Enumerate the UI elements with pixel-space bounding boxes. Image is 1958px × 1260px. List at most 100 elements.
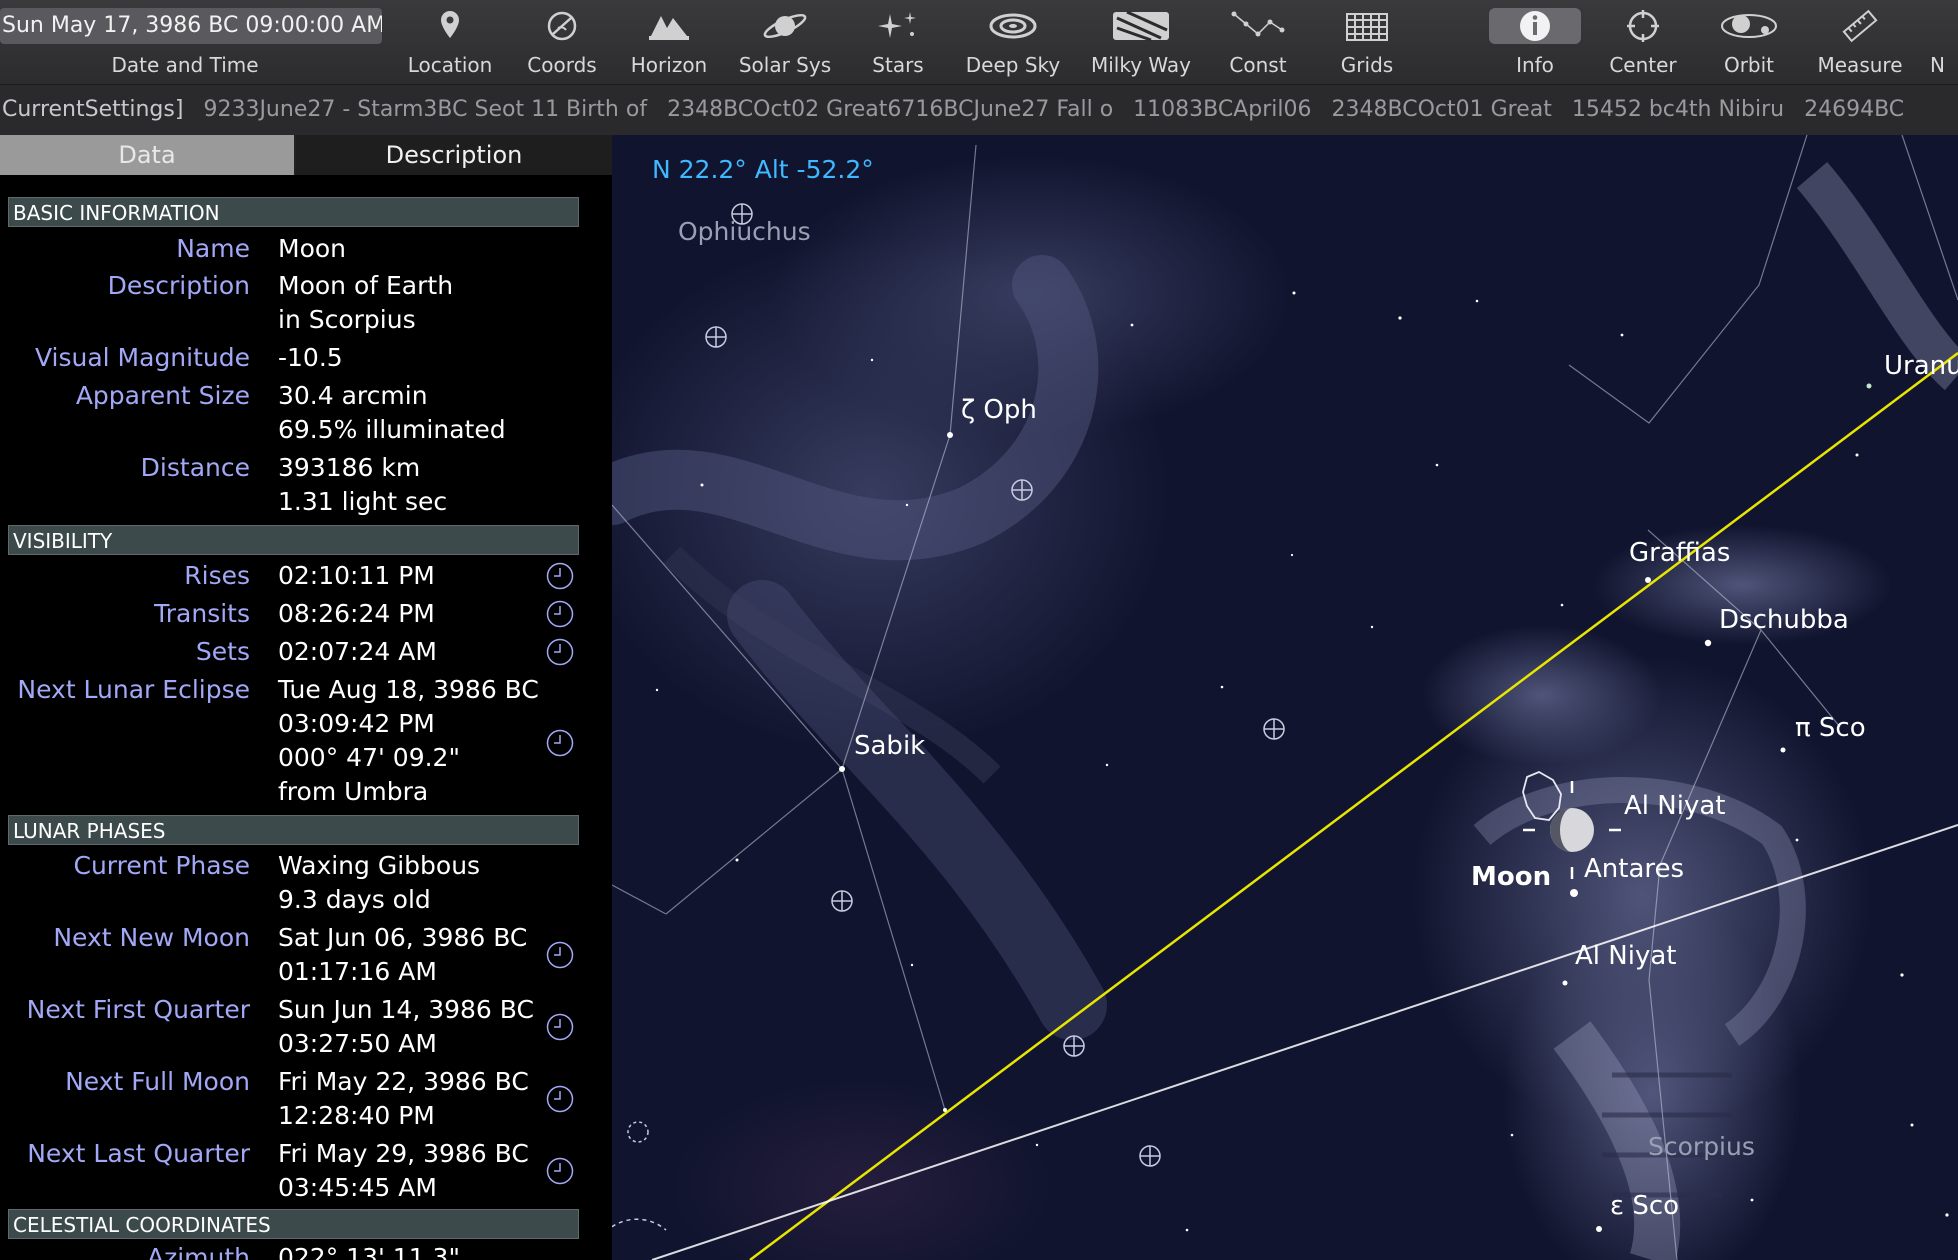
star-label-graffias[interactable]: Graffias — [1629, 538, 1730, 568]
first-quarter-value-1: Sun Jun 14, 3986 BC — [278, 995, 534, 1024]
moon-label[interactable]: Moon — [1471, 862, 1551, 892]
description-key: Description — [107, 271, 250, 300]
const-button[interactable]: Const — [1203, 0, 1313, 84]
transits-value: 08:26:24 PM — [278, 599, 435, 628]
full-moon-value-1: Fri May 22, 3986 BC — [278, 1067, 529, 1096]
star-label-al-niyat-2[interactable]: Al Niyat — [1575, 941, 1676, 971]
globular-cluster-icon — [1063, 1035, 1085, 1057]
ticker-item[interactable]: 15452 bc4th Nibiru — [1572, 97, 1784, 122]
ticker-item[interactable]: 11083BCApril06 — [1133, 97, 1311, 122]
clock-icon[interactable] — [546, 562, 574, 590]
more-button[interactable]: N — [1920, 0, 1958, 84]
clock-icon[interactable] — [546, 1085, 574, 1113]
measure-button[interactable]: Measure — [1805, 0, 1915, 84]
new-moon-value-2: 01:17:16 AM — [278, 957, 437, 986]
tab-description[interactable]: Description — [296, 135, 612, 175]
clock-icon[interactable] — [546, 1013, 574, 1041]
eclipse-value-1: Tue Aug 18, 3986 BC — [278, 675, 539, 704]
phase-value-1: Waxing Gibbous — [278, 851, 481, 880]
datetime-label: Date and Time — [111, 53, 259, 77]
star-label-epsilon-sco[interactable]: ε Sco — [1610, 1191, 1679, 1221]
star-label-pi-sco[interactable]: π Sco — [1795, 713, 1866, 743]
horizon-button[interactable]: Horizon — [614, 0, 724, 84]
star-al-niyat-2 — [1562, 980, 1568, 986]
star-label-uranus[interactable]: Uranu — [1884, 351, 1958, 381]
star-label-antares[interactable]: Antares — [1584, 854, 1684, 884]
clock-icon[interactable] — [546, 729, 574, 757]
full-moon-key: Next Full Moon — [65, 1067, 250, 1096]
sets-value: 02:07:24 AM — [278, 637, 437, 666]
solar-sys-label: Solar Sys — [738, 53, 832, 77]
coords-button[interactable]: Coords — [507, 0, 617, 84]
clock-icon[interactable] — [546, 1157, 574, 1185]
horizon-icon — [614, 8, 724, 46]
ticker-item[interactable]: 2348BCOct02 Great6716BCJune27 Fall o — [667, 97, 1113, 122]
description-value-2: in Scorpius — [278, 305, 416, 334]
section-basic-information[interactable]: BASIC INFORMATION — [8, 197, 579, 227]
location-button[interactable]: Location — [395, 0, 505, 84]
ruler-icon — [1805, 8, 1915, 46]
magnitude-value: -10.5 — [278, 343, 343, 372]
section-lunar-phases[interactable]: LUNAR PHASES — [8, 815, 579, 845]
section-celestial-coordinates[interactable]: CELESTIAL COORDINATES — [8, 1209, 579, 1239]
last-quarter-value-2: 03:45:45 AM — [278, 1173, 437, 1202]
location-label: Location — [407, 53, 493, 77]
open-cluster-icon — [627, 1121, 649, 1143]
size-value-2: 69.5% illuminated — [278, 415, 506, 444]
stars-label: Stars — [872, 53, 924, 77]
star-sabik — [839, 766, 845, 772]
full-moon-value-2: 12:28:40 PM — [278, 1101, 435, 1130]
transits-key: Transits — [154, 599, 250, 628]
globular-cluster-icon — [1263, 718, 1285, 740]
stars-icon — [843, 8, 953, 46]
ticker-item[interactable]: 2348BCOct01 Great — [1332, 97, 1552, 122]
star-uranus — [1866, 383, 1872, 389]
orientation-readout: N 22.2° Alt -52.2° — [652, 155, 874, 184]
azimuth-key: Azimuth — [146, 1243, 250, 1260]
constellation-label-ophiuchus[interactable]: Ophiuchus — [678, 217, 811, 246]
clock-icon[interactable] — [546, 600, 574, 628]
section-visibility[interactable]: VISIBILITY — [8, 525, 579, 555]
sky-chart[interactable] — [612, 135, 1958, 1260]
more-label: N — [1930, 53, 1945, 77]
coords-icon — [507, 8, 617, 46]
eclipse-value-3: 000° 47' 09.2" — [278, 743, 460, 772]
location-pin-icon — [395, 8, 505, 46]
sky-view[interactable]: N 22.2° Alt -52.2° Ophiuchus Scorpius ζ … — [612, 135, 1958, 1260]
ticker-item[interactable]: 9233June27 - Starm3BC Seot 11 Birth of — [203, 97, 647, 122]
star-label-al-niyat-1[interactable]: Al Niyat — [1624, 791, 1725, 821]
star-zeta-oph — [947, 432, 953, 438]
horizon-label: Horizon — [630, 53, 708, 77]
clock-icon[interactable] — [546, 941, 574, 969]
milky-way-button[interactable]: Milky Way — [1086, 0, 1196, 84]
constellation-label-scorpius[interactable]: Scorpius — [1648, 1132, 1755, 1161]
ticker-item[interactable]: 24694BC — [1804, 97, 1904, 122]
star-label-dschubba[interactable]: Dschubba — [1719, 605, 1849, 635]
phase-value-2: 9.3 days old — [278, 885, 431, 914]
ticker-current-settings[interactable]: CurrentSettings] — [0, 97, 183, 122]
center-button[interactable]: Center — [1588, 0, 1698, 84]
solar-sys-button[interactable]: Solar Sys — [730, 0, 840, 84]
azimuth-value: 022° 13' 11.3" — [278, 1243, 460, 1260]
sets-key: Sets — [195, 637, 250, 666]
orbit-button[interactable]: Orbit — [1694, 0, 1804, 84]
rises-value: 02:10:11 PM — [278, 561, 435, 590]
grids-button[interactable]: Grids — [1312, 0, 1422, 84]
last-quarter-key: Next Last Quarter — [27, 1139, 250, 1168]
size-key: Apparent Size — [75, 381, 250, 410]
size-value-1: 30.4 arcmin — [278, 381, 428, 410]
milky-way-label: Milky Way — [1090, 53, 1192, 77]
tab-data[interactable]: Data — [0, 135, 294, 175]
datetime-field[interactable]: Sun May 17, 3986 BC 09:00:00 AM — [0, 8, 382, 44]
phase-key: Current Phase — [73, 851, 251, 880]
clock-icon[interactable] — [546, 638, 574, 666]
star-label-sabik[interactable]: Sabik — [854, 731, 925, 761]
deep-sky-button[interactable]: Deep Sky — [958, 0, 1068, 84]
name-value: Moon — [278, 234, 347, 263]
stars-button[interactable]: Stars — [843, 0, 953, 84]
first-quarter-key: Next First Quarter — [26, 995, 250, 1024]
eclipse-value-4: from Umbra — [278, 777, 429, 806]
star-label-zeta-oph[interactable]: ζ Oph — [961, 395, 1037, 425]
info-label: Info — [1516, 53, 1554, 77]
milky-way-icon — [1086, 8, 1196, 46]
